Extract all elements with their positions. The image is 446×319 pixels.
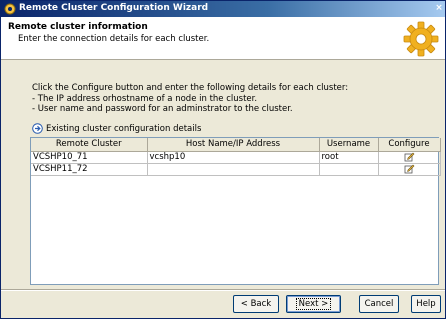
table-row[interactable]: VCSHP10_71 vcshp10 root: [31, 151, 441, 164]
instruction-line: - The IP address orhostname of a node in…: [32, 94, 258, 104]
wizard-window: Remote Cluster Configuration Wizard × Re…: [0, 0, 446, 319]
column-header-host[interactable]: Host Name/IP Address: [147, 138, 320, 152]
cluster-table: Remote Cluster Host Name/IP Address User…: [30, 137, 441, 285]
next-button-label: Next >: [295, 298, 332, 310]
edit-icon[interactable]: [404, 164, 415, 174]
page-subtitle: Enter the connection details for each cl…: [18, 34, 210, 44]
table-row[interactable]: VCSHP11_72: [31, 163, 441, 176]
next-button[interactable]: Next >: [286, 295, 341, 313]
page-title: Remote cluster information: [8, 22, 148, 32]
cell-username[interactable]: root: [319, 151, 379, 164]
title-bar[interactable]: Remote Cluster Configuration Wizard ×: [1, 1, 445, 17]
edit-icon[interactable]: [404, 152, 415, 162]
window-title: Remote Cluster Configuration Wizard: [19, 3, 209, 13]
column-header-configure[interactable]: Configure: [378, 138, 441, 152]
cell-configure[interactable]: [378, 163, 441, 176]
footer-divider: [1, 289, 445, 291]
column-header-remote-cluster[interactable]: Remote Cluster: [31, 138, 148, 152]
cell-host[interactable]: vcshp10: [147, 151, 320, 164]
gear-icon: [403, 21, 439, 57]
cancel-button[interactable]: Cancel: [359, 295, 399, 313]
cell-username[interactable]: [319, 163, 379, 176]
existing-config-label: Existing cluster configuration details: [46, 124, 202, 134]
cell-host[interactable]: [147, 163, 320, 176]
column-header-username[interactable]: Username: [319, 138, 379, 152]
app-icon: [4, 3, 16, 15]
expand-arrow-icon[interactable]: [32, 123, 43, 134]
close-icon[interactable]: ×: [434, 2, 444, 15]
help-button[interactable]: Help: [411, 295, 441, 313]
instruction-line: Click the Configure button and enter the…: [32, 83, 349, 93]
cell-configure[interactable]: [378, 151, 441, 164]
cell-remote-cluster[interactable]: VCSHP10_71: [31, 151, 148, 164]
wizard-header: Remote cluster information Enter the con…: [1, 17, 445, 60]
back-button[interactable]: < Back: [233, 295, 279, 313]
instruction-line: - User name and password for an adminstr…: [32, 104, 293, 114]
cell-remote-cluster[interactable]: VCSHP11_72: [31, 163, 148, 176]
